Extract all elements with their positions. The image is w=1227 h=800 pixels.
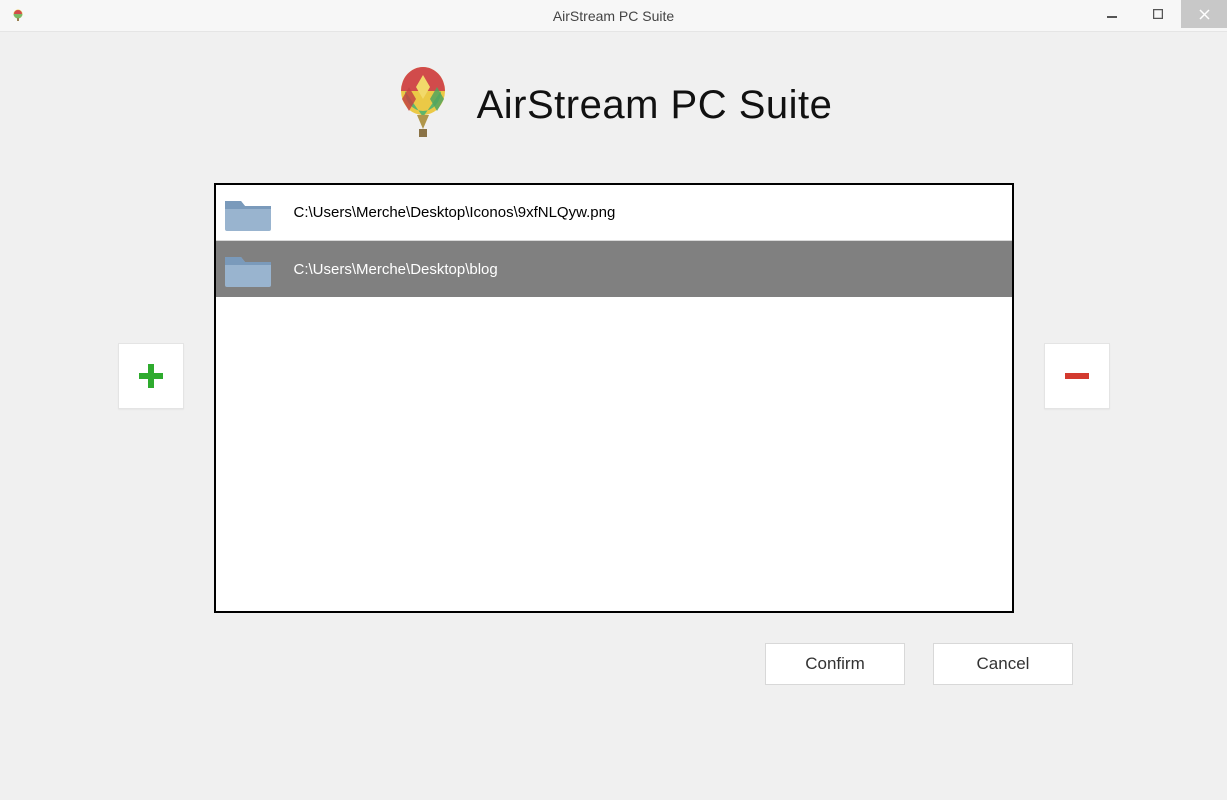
- content-area: AirStream PC Suite: [0, 32, 1227, 800]
- minimize-button[interactable]: [1089, 0, 1135, 28]
- remove-button[interactable]: [1044, 343, 1110, 409]
- maximize-button[interactable]: [1135, 0, 1181, 28]
- app-icon: [10, 8, 26, 24]
- file-list: C:\Users\Merche\Desktop\Iconos\9xfNLQyw.…: [214, 183, 1014, 613]
- add-button[interactable]: [118, 343, 184, 409]
- window-title: AirStream PC Suite: [553, 8, 674, 24]
- cancel-button[interactable]: Cancel: [933, 643, 1073, 685]
- app-window: AirStream PC Suite: [0, 0, 1227, 800]
- folder-icon: [222, 193, 274, 233]
- close-button[interactable]: [1181, 0, 1227, 28]
- folder-icon: [222, 249, 274, 289]
- list-item[interactable]: C:\Users\Merche\Desktop\blog: [216, 241, 1012, 297]
- body-area: C:\Users\Merche\Desktop\Iconos\9xfNLQyw.…: [24, 183, 1203, 613]
- titlebar: AirStream PC Suite: [0, 0, 1227, 32]
- confirm-button[interactable]: Confirm: [765, 643, 905, 685]
- app-header: AirStream PC Suite: [24, 43, 1203, 183]
- window-controls: [1089, 0, 1227, 28]
- minus-icon: [1062, 361, 1092, 391]
- file-path: C:\Users\Merche\Desktop\Iconos\9xfNLQyw.…: [294, 204, 616, 221]
- button-row: Confirm Cancel: [24, 643, 1203, 685]
- page-title: AirStream PC Suite: [477, 83, 833, 128]
- balloon-icon: [395, 67, 451, 143]
- plus-icon: [136, 361, 166, 391]
- file-path: C:\Users\Merche\Desktop\blog: [294, 261, 498, 278]
- list-item[interactable]: C:\Users\Merche\Desktop\Iconos\9xfNLQyw.…: [216, 185, 1012, 241]
